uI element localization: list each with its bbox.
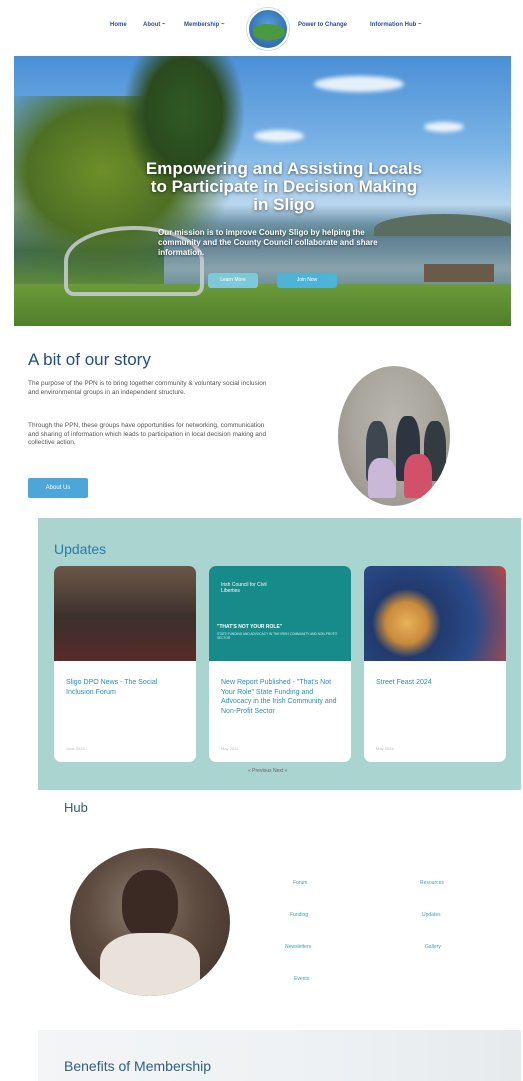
hero-pier	[424, 264, 494, 282]
card-title[interactable]: Sligo DPO News - The Social Inclusion Fo…	[66, 678, 186, 697]
story-paragraph-2: Through the PPN, these groups have oppor…	[28, 422, 267, 446]
card-image-heading: "THAT'S NOT YOUR ROLE"	[217, 624, 283, 630]
cloud-shape	[314, 76, 404, 92]
hero-banner: Empowering and Assisting Locals to Parti…	[14, 56, 511, 326]
card-image	[54, 566, 196, 661]
cloud-shape	[254, 130, 304, 142]
hero-subtext: Our mission is to improve County Sligo b…	[158, 228, 378, 257]
site-logo[interactable]	[247, 8, 289, 50]
nav-about[interactable]: About ~	[143, 22, 166, 28]
card-image	[364, 566, 506, 661]
story-heading: A bit of our story	[28, 350, 151, 369]
benefits-section: Benefits of Membership	[38, 1030, 521, 1081]
updates-section: Updates Sligo DPO News - The Social Incl…	[38, 518, 521, 790]
nav-home[interactable]: Home	[110, 22, 127, 28]
card-date: June 2024	[66, 746, 85, 751]
card-title[interactable]: New Report Published - "That's Not Your …	[221, 678, 341, 716]
person-body	[100, 933, 200, 996]
learn-more-button[interactable]: Learn More	[208, 273, 258, 288]
hub-link-funding[interactable]: Funding	[290, 912, 308, 918]
hub-link-newsletters[interactable]: Newsletters	[285, 944, 311, 950]
person-figure	[404, 454, 432, 498]
person-head	[122, 870, 178, 940]
team-photo	[338, 366, 450, 506]
hub-link-gallery[interactable]: Gallery	[425, 944, 441, 950]
cloud-shape	[424, 122, 464, 132]
update-card[interactable]: Street Feast 2024 May 2024	[364, 566, 506, 762]
about-us-button[interactable]: About Us	[28, 478, 88, 498]
pagination[interactable]: « Previous Next »	[248, 768, 287, 774]
person-figure	[368, 458, 396, 498]
card-date: May 2024	[376, 746, 394, 751]
nav-information-hub[interactable]: Information Hub ~	[370, 22, 422, 28]
hero-heading: Empowering and Assisting Locals to Parti…	[145, 159, 423, 214]
nav-membership[interactable]: Membership ~	[184, 22, 225, 28]
nav-power-to-change[interactable]: Power to Change	[298, 22, 347, 28]
update-card[interactable]: Sligo DPO News - The Social Inclusion Fo…	[54, 566, 196, 762]
join-now-button[interactable]: Join Now	[277, 273, 337, 288]
card-title[interactable]: Street Feast 2024	[376, 678, 496, 688]
top-navigation: Home About ~ Membership ~ Power to Chang…	[0, 0, 523, 56]
hub-link-updates[interactable]: Updates	[422, 912, 441, 918]
hub-heading: Hub	[64, 800, 88, 815]
card-image-sub: STATE FUNDING AND ADVOCACY IN THE IRISH …	[217, 632, 338, 640]
card-image: Irish Council for Civil Liberties "THAT'…	[209, 566, 351, 661]
card-image-org: Irish Council for Civil Liberties	[221, 582, 267, 594]
update-card[interactable]: Irish Council for Civil Liberties "THAT'…	[209, 566, 351, 762]
benefits-heading: Benefits of Membership	[64, 1058, 212, 1074]
hub-link-resources[interactable]: Resources	[420, 880, 444, 886]
updates-heading: Updates	[54, 541, 107, 557]
card-date: May 2024	[221, 746, 239, 751]
story-paragraph-1: The purpose of the PPN is to bring toget…	[28, 380, 267, 396]
hub-photo	[70, 848, 230, 996]
hub-link-events[interactable]: Events	[294, 976, 309, 982]
hub-link-forum[interactable]: Forum	[293, 880, 307, 886]
